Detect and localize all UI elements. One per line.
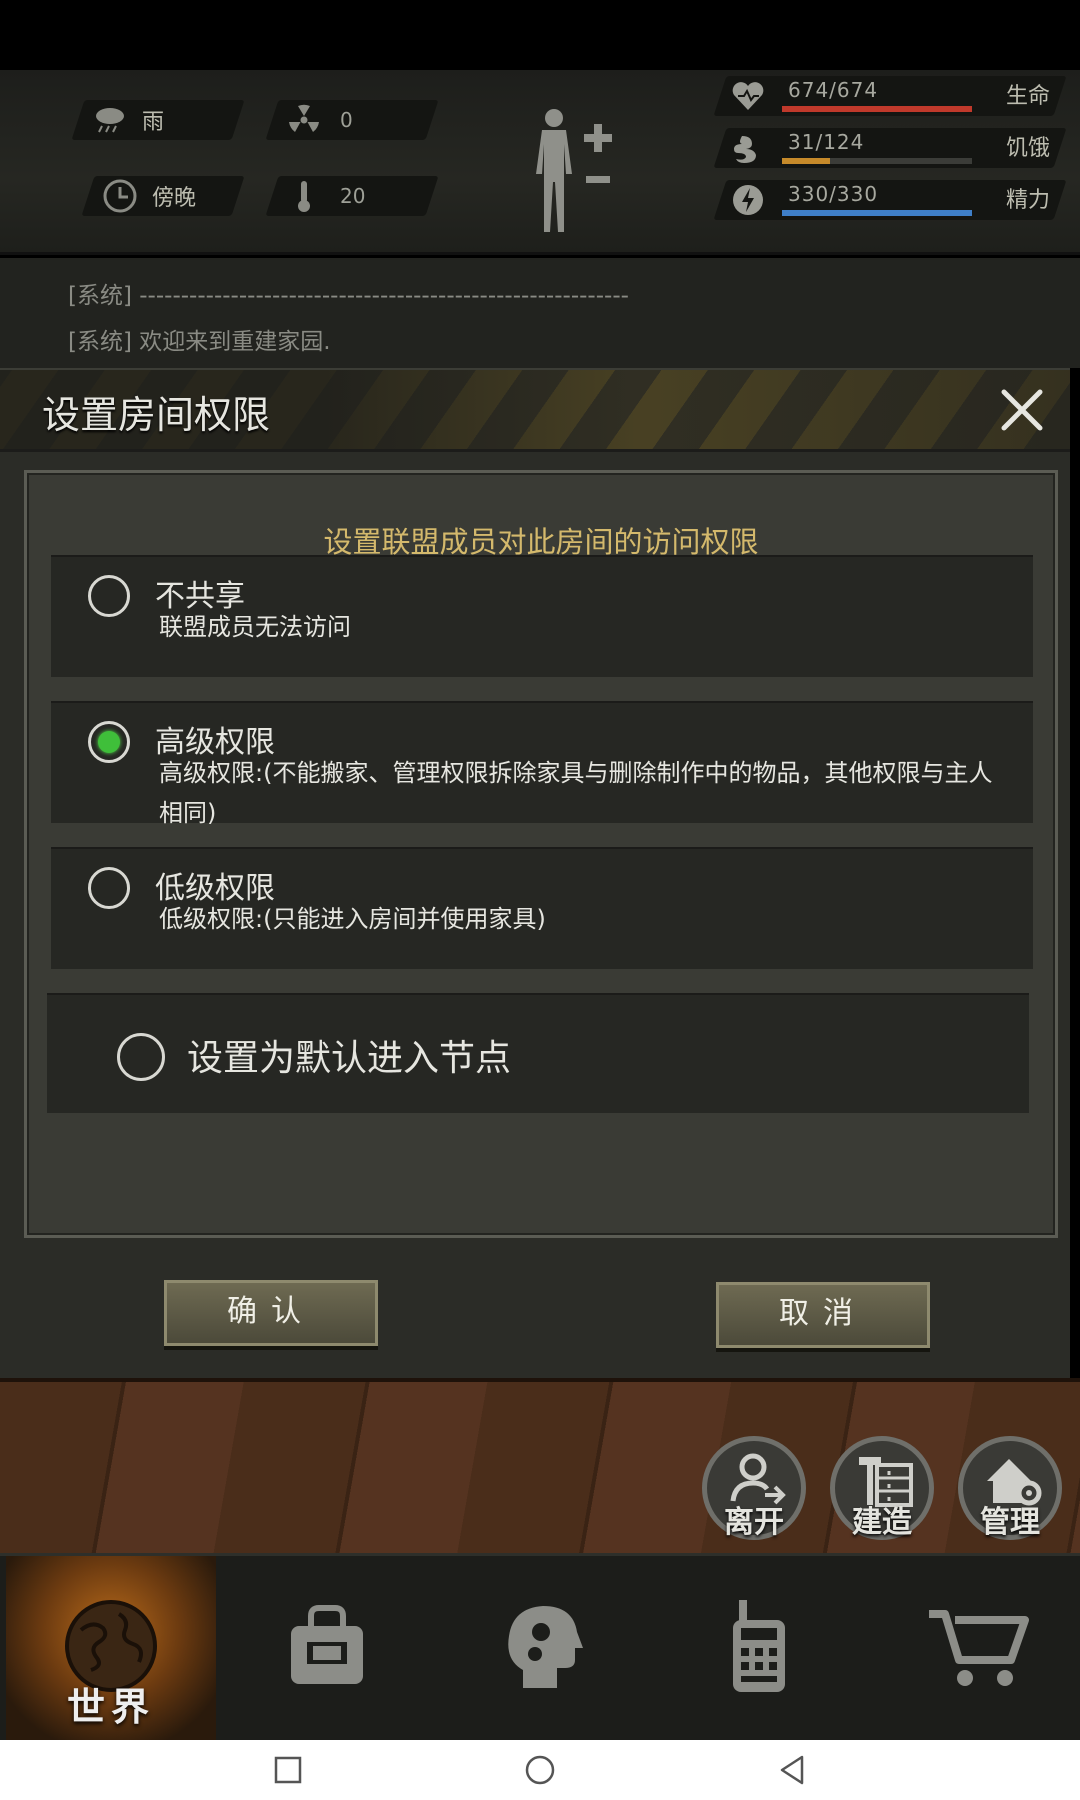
dialog-title: 设置房间权限 [42,393,271,437]
circle-icon [525,1755,555,1785]
bottom-nav: 世界 [0,1553,1080,1743]
stomach-icon [734,136,756,163]
back-triangle-icon [780,1755,804,1785]
manage-label: 管理 [980,1505,1040,1540]
character-body-button[interactable] [520,106,630,236]
option-no-share[interactable]: 不共享 联盟成员无法访问 [51,555,1033,677]
option-default-node[interactable]: 设置为默认进入节点 [47,993,1029,1113]
option-advanced[interactable]: 高级权限 高级权限:(不能搬家、管理权限拆除家具与删除制作中的物品，其他权限与主… [51,701,1033,827]
confirm-button[interactable]: 确认 [164,1280,378,1346]
system-nav-bar [0,1740,1080,1800]
hunger-stat: 31/124 饥饿 [713,128,1067,168]
permission-panel: 设置联盟成员对此房间的访问权限 不共享 联盟成员无法访问 高级权限 高级权限:(… [24,470,1058,1238]
energy-icon [733,185,763,215]
weather-text: 雨 [142,110,165,135]
dialog-header: 设置房间权限 [0,370,1070,452]
rain-cloud-icon [92,102,128,138]
radio-icon [733,1600,785,1692]
health-label: 生命 [1005,84,1050,109]
square-icon [274,1756,302,1784]
time-slot: 傍晚 [81,176,245,216]
home-button[interactable] [522,1752,558,1788]
heart-icon [732,82,764,110]
radio-button[interactable] [88,575,130,617]
option-basic[interactable]: 低级权限 低级权限:(只能进入房间并使用家具) [51,847,1033,969]
option-description: 高级权限:(不能搬家、管理权限拆除家具与删除制作中的物品，其他权限与主人相同) [159,759,993,827]
hud-panel: 雨 0 傍晚 20 674/674 生命 31/124 饥饿 330/330 精… [0,70,1080,255]
world-label: 世界 [66,1685,155,1729]
radio-button[interactable] [88,721,130,763]
build-label: 建造 [852,1505,912,1540]
radiation-slot: 0 [265,100,439,140]
status-bar [0,0,1080,70]
option-description: 低级权限:(只能进入房间并使用家具) [159,905,546,933]
option-title: 设置为默认进入节点 [187,1038,512,1079]
temperature-slot: 20 [265,176,439,216]
room-permission-dialog: 设置房间权限 设置联盟成员对此房间的访问权限 不共享 联盟成员无法访问 高级权限… [0,368,1070,1378]
health-value: 674/674 [788,78,879,102]
temperature-value: 20 [340,184,366,208]
backpack-icon [291,1605,363,1684]
tab-radio[interactable] [654,1556,864,1743]
cart-icon [929,1610,1029,1686]
radiation-icon [286,102,322,138]
option-description: 联盟成员无法访问 [159,613,351,641]
radiation-value: 0 [340,108,353,132]
thermometer-icon [286,178,322,214]
close-button[interactable] [996,384,1048,436]
energy-value: 330/330 [788,182,879,206]
body-figure-icon [536,109,612,232]
time-text: 傍晚 [152,186,197,211]
radio-button[interactable] [117,1033,165,1081]
cancel-button[interactable]: 取消 [716,1282,930,1348]
tab-backpack[interactable] [222,1556,432,1743]
tab-shop[interactable] [870,1556,1080,1743]
health-stat: 674/674 生命 [713,76,1067,116]
leave-button[interactable]: 离开 [702,1436,806,1540]
hunger-label: 饥饿 [1005,136,1050,161]
weather-slot: 雨 [71,100,245,140]
tab-world[interactable]: 世界 [6,1556,216,1743]
manage-button[interactable]: 管理 [958,1436,1062,1540]
build-button[interactable]: 建造 [830,1436,934,1540]
brain-gear-icon [508,1606,583,1688]
close-icon [1001,389,1043,431]
chat-line: [系统] 欢迎来到重建家园. [68,329,331,355]
chat-log[interactable]: [系统] -----------------------------------… [0,258,1080,368]
tab-skills[interactable] [438,1556,648,1743]
recent-apps-button[interactable] [270,1752,306,1788]
energy-stat: 330/330 精力 [713,180,1067,220]
radio-button[interactable] [88,867,130,909]
clock-icon [102,178,138,214]
leave-label: 离开 [724,1505,784,1540]
hunger-value: 31/124 [788,130,865,154]
energy-label: 精力 [1005,188,1050,213]
chat-line: [系统] -----------------------------------… [68,283,629,309]
back-button[interactable] [774,1752,810,1788]
